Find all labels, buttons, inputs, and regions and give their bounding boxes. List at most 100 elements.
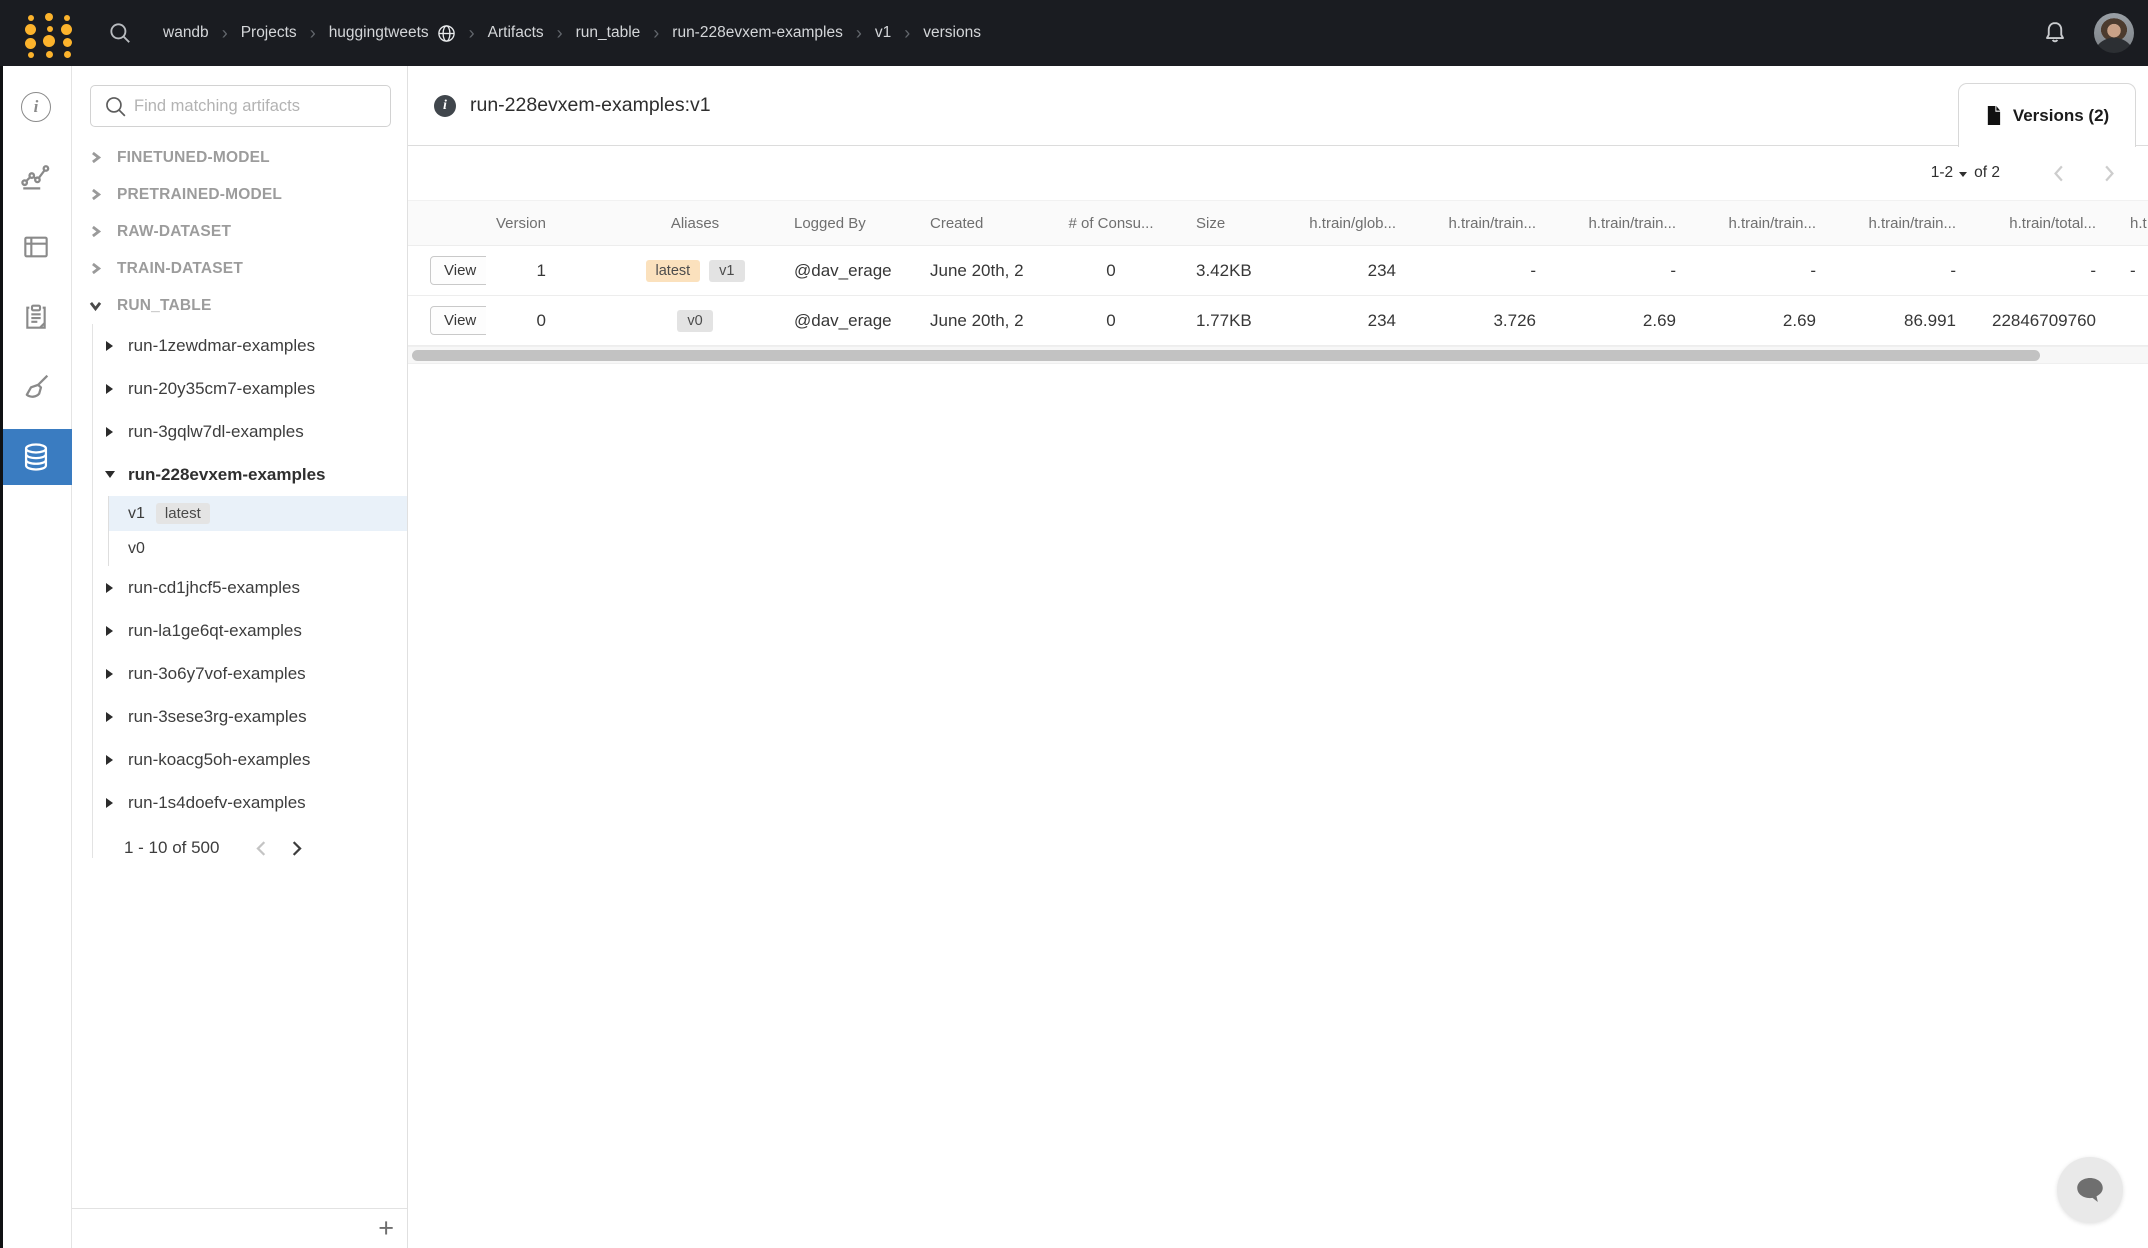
sidebar-footer: + [72, 1208, 407, 1248]
column-header-aliases[interactable]: Aliases [596, 215, 794, 232]
chat-bubble-icon [2073, 1173, 2107, 1207]
alias-badge-v0: v0 [677, 310, 712, 332]
column-header-metric-1[interactable]: h.train/glob... [1286, 215, 1426, 232]
run-label: run-1zewdmar-examples [128, 336, 315, 356]
breadcrumb-projects[interactable]: Projects [241, 24, 297, 42]
add-artifact-button[interactable]: + [378, 1215, 394, 1242]
wandb-logo[interactable] [21, 8, 81, 58]
global-search-button[interactable] [107, 20, 133, 46]
artifact-run-3gqlw7dl[interactable]: run-3gqlw7dl-examples [93, 410, 407, 453]
run-label: run-la1ge6qt-examples [128, 621, 302, 641]
artifact-run-3sese3rg[interactable]: run-3sese3rg-examples [93, 695, 407, 738]
triangle-right-icon [106, 427, 113, 437]
version-item-v1[interactable]: v1 latest [109, 496, 407, 531]
breadcrumb-version[interactable]: v1 [875, 24, 891, 42]
breadcrumb-separator: › [222, 24, 228, 42]
column-header-version[interactable]: Version [486, 215, 596, 232]
column-header-consumers[interactable]: # of Consu... [1046, 215, 1176, 232]
triangle-down-icon [105, 471, 115, 478]
rows-per-page-dropdown[interactable]: 1-2 [1931, 164, 1974, 182]
chevron-right-icon [89, 151, 102, 164]
table-row: View 1 latest v1 @dav_erage June 20th, 2… [408, 246, 2148, 296]
artifact-search-input[interactable] [134, 97, 380, 116]
artifact-group-finetuned-model[interactable]: FINETUNED-MODEL [72, 139, 407, 176]
chevron-down-icon [89, 299, 102, 312]
artifact-run-cd1jhcf5[interactable]: run-cd1jhcf5-examples [93, 566, 407, 609]
run-table-artifact-list: run-1zewdmar-examples run-20y35cm7-examp… [92, 324, 407, 858]
artifact-run-la1ge6qt[interactable]: run-la1ge6qt-examples [93, 609, 407, 652]
table-row: View 0 v0 @dav_erage June 20th, 2 0 1.77… [408, 296, 2148, 346]
artifact-run-1zewdmar[interactable]: run-1zewdmar-examples [93, 324, 407, 367]
rail-item-artifacts[interactable] [0, 429, 72, 485]
metric-cell: 22846709760 [1986, 311, 2126, 331]
rail-item-overview[interactable]: i [0, 72, 72, 142]
main-content: i run-228evxem-examples:v1 Versions (2) … [408, 66, 2148, 1248]
rail-item-tables[interactable] [0, 212, 72, 282]
artifact-group-pretrained-model[interactable]: PRETRAINED-MODEL [72, 176, 407, 213]
view-button[interactable]: View [430, 256, 486, 285]
artifact-run-20y35cm7[interactable]: run-20y35cm7-examples [93, 367, 407, 410]
logged-by-cell: @dav_erage [794, 261, 924, 281]
bell-icon[interactable] [2040, 18, 2070, 48]
column-header-metric-6[interactable]: h.train/total... [1986, 215, 2126, 232]
sidebar-next-page-button[interactable] [288, 840, 305, 857]
column-header-size[interactable]: Size [1176, 215, 1286, 232]
table-pagination: 1-2 of 2 [408, 146, 2148, 200]
version-cell: 0 [486, 311, 596, 331]
artifact-group-run-table[interactable]: RUN_TABLE [72, 287, 407, 324]
horizontal-scrollbar-track[interactable] [408, 346, 2148, 364]
run-label: run-20y35cm7-examples [128, 379, 315, 399]
metric-cell: - [2126, 261, 2148, 281]
size-cell: 3.42KB [1176, 261, 1286, 281]
rail-item-logs[interactable] [0, 282, 72, 352]
next-page-button[interactable] [2099, 164, 2118, 183]
breadcrumb-artifact-name[interactable]: run-228evxem-examples [672, 24, 843, 42]
breadcrumb-artifact-type[interactable]: run_table [576, 24, 641, 42]
metric-cell: - [1986, 261, 2126, 281]
breadcrumb-wandb[interactable]: wandb [163, 24, 209, 42]
column-header-created[interactable]: Created [924, 215, 1046, 232]
artifact-run-3o6y7vof[interactable]: run-3o6y7vof-examples [93, 652, 407, 695]
breadcrumb-separator: › [904, 24, 910, 42]
artifact-group-train-dataset[interactable]: TRAIN-DATASET [72, 250, 407, 287]
column-header-metric-7[interactable]: h.t [2126, 215, 2148, 232]
column-header-metric-5[interactable]: h.train/train... [1846, 215, 1986, 232]
column-header-metric-4[interactable]: h.train/train... [1706, 215, 1846, 232]
user-avatar[interactable] [2094, 13, 2134, 53]
rail-item-charts[interactable] [0, 142, 72, 212]
version-item-v0[interactable]: v0 [109, 531, 407, 566]
sidebar-prev-page-button[interactable] [253, 840, 270, 857]
breadcrumb-versions-page[interactable]: versions [923, 24, 981, 42]
artifact-group-raw-dataset[interactable]: RAW-DATASET [72, 213, 407, 250]
column-header-metric-2[interactable]: h.train/train... [1426, 215, 1566, 232]
search-icon [107, 20, 133, 46]
horizontal-scrollbar-thumb[interactable] [412, 350, 2040, 361]
artifact-run-koacg5oh[interactable]: run-koacg5oh-examples [93, 738, 407, 781]
triangle-right-icon [106, 798, 113, 808]
metric-cell: - [1846, 261, 1986, 281]
view-button[interactable]: View [430, 306, 486, 335]
metric-cell: 86.991 [1846, 311, 1986, 331]
version-label: v0 [128, 540, 145, 558]
info-icon[interactable]: i [434, 95, 456, 117]
latest-badge: latest [156, 503, 210, 524]
group-label: FINETUNED-MODEL [117, 149, 270, 167]
artifact-run-228evxem[interactable]: run-228evxem-examples [93, 453, 407, 496]
metric-cell: - [1706, 261, 1846, 281]
prev-page-button[interactable] [2050, 164, 2069, 183]
rail-item-sweeps[interactable] [0, 352, 72, 422]
triangle-right-icon [106, 583, 113, 593]
tab-versions[interactable]: Versions (2) [1958, 83, 2136, 147]
page-total-label: of 2 [1974, 164, 2000, 182]
run-label: run-koacg5oh-examples [128, 750, 310, 770]
chat-help-button[interactable] [2057, 1157, 2123, 1223]
column-header-metric-3[interactable]: h.train/train... [1566, 215, 1706, 232]
artifact-run-1s4doefv[interactable]: run-1s4doefv-examples [93, 781, 407, 824]
breadcrumb-project[interactable]: huggingtweets [329, 24, 429, 42]
triangle-right-icon [106, 341, 113, 351]
column-header-logged-by[interactable]: Logged By [794, 215, 924, 232]
metric-cell: - [1426, 261, 1566, 281]
triangle-right-icon [106, 755, 113, 765]
breadcrumb-artifacts[interactable]: Artifacts [488, 24, 544, 42]
metric-cell: 3.726 [1426, 311, 1566, 331]
